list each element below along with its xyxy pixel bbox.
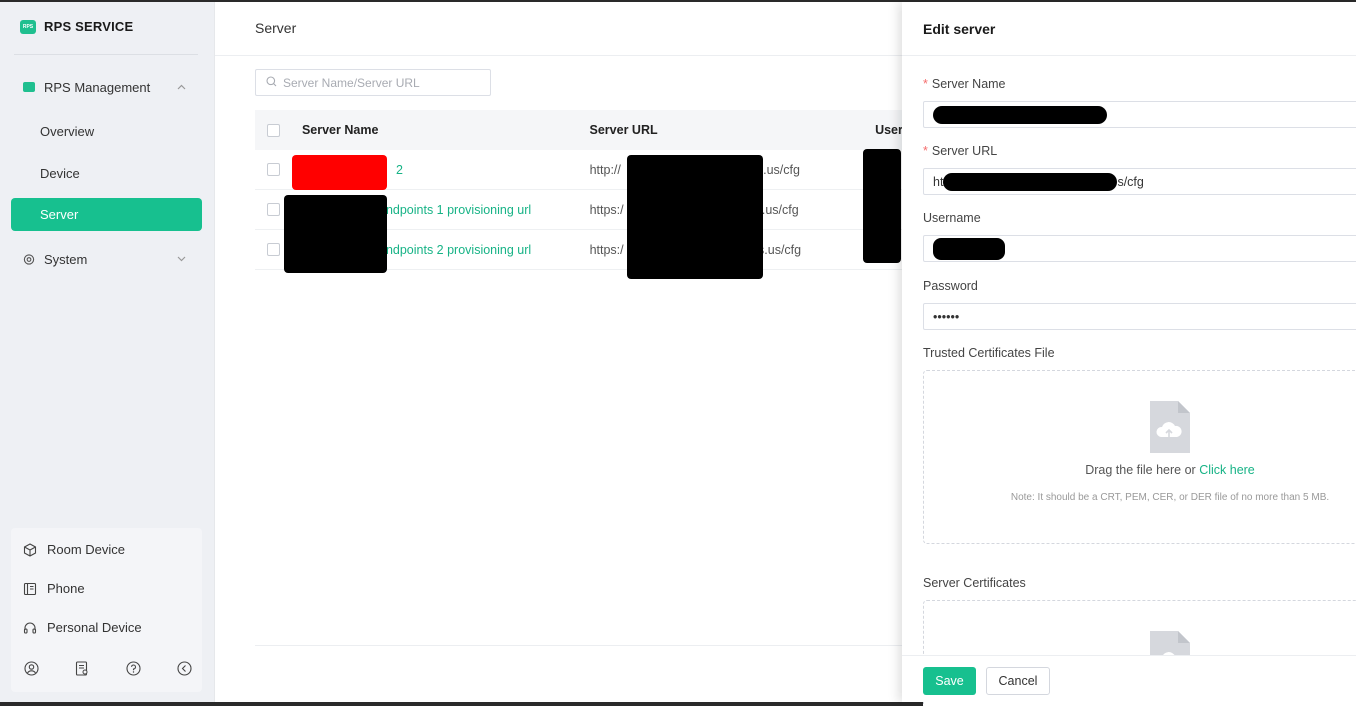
cube-icon — [23, 542, 37, 557]
sidebar-item-label: Server — [40, 207, 79, 222]
search-icon — [266, 75, 277, 90]
chevron-down-icon — [177, 254, 186, 265]
username-label: Username — [923, 211, 981, 225]
label-text: Username — [923, 211, 981, 225]
sidebar-group-label: RPS Management — [44, 79, 151, 95]
redaction-block — [933, 237, 1005, 260]
password-label: Password — [923, 279, 978, 293]
server-url-suffix: s/cfg — [1117, 174, 1144, 189]
sidebar-item-label: Device — [40, 166, 80, 181]
server-name-label: * Server Name — [923, 77, 1006, 91]
drawer-header-divider — [902, 55, 1356, 56]
password-field[interactable]: •••••• — [923, 303, 1356, 330]
column-header-server-name: Server Name — [301, 123, 379, 137]
server-url-prefix: ht — [933, 174, 944, 189]
dropzone-text: Drag the file here or Click here — [924, 463, 1356, 477]
collapse-icon[interactable] — [177, 660, 193, 676]
brand: RPS RPS SERVICE — [20, 19, 133, 34]
phone-book-icon — [23, 582, 37, 596]
chevron-up-icon — [177, 82, 186, 93]
help-icon[interactable] — [126, 660, 142, 676]
dropzone-instruction: Drag the file here or — [1085, 463, 1196, 477]
redaction-block — [933, 105, 1107, 124]
sidebar-group-system[interactable]: System — [11, 242, 202, 276]
redaction-block — [627, 155, 763, 279]
required-marker: * — [923, 144, 928, 158]
user-circle-icon[interactable] — [23, 660, 39, 676]
nav-label: Personal Device — [47, 620, 142, 635]
row-checkbox[interactable] — [267, 203, 280, 216]
label-text: Server URL — [931, 144, 998, 158]
column-header-server-url: Server URL — [589, 123, 658, 137]
search-input[interactable] — [283, 75, 483, 90]
sidebar-item-server[interactable]: Server — [11, 198, 202, 231]
drawer-footer: Save Cancel — [902, 655, 1356, 702]
nav-room-device[interactable]: Room Device — [23, 542, 125, 557]
redaction-block — [943, 172, 1118, 191]
server-url-text: http:// — [589, 162, 621, 177]
dropzone-note: Note: It should be a CRT, PEM, CER, or D… — [1010, 492, 1330, 503]
redaction-block — [292, 155, 387, 190]
upload-file-icon — [1148, 401, 1190, 453]
save-button[interactable]: Save — [923, 667, 976, 695]
server-certificates-label: Server Certificates — [923, 576, 1026, 590]
brand-title: RPS SERVICE — [44, 19, 134, 34]
product-switcher-panel: Room Device Phone Personal Device — [11, 528, 202, 692]
document-settings-icon[interactable] — [74, 660, 90, 676]
page-title: Server — [255, 20, 297, 36]
table-footer-divider — [255, 645, 915, 646]
nav-label: Room Device — [47, 542, 126, 557]
gear-icon — [23, 253, 35, 265]
headset-icon — [23, 621, 37, 635]
sidebar-group-rps-management[interactable]: RPS Management — [11, 70, 202, 104]
app-window: RPS RPS SERVICE RPS Management Overview … — [0, 2, 1356, 706]
nav-label: Phone — [47, 581, 85, 596]
label-text: Password — [923, 279, 978, 293]
label-text: Server Name — [931, 77, 1006, 91]
password-value: •••••• — [933, 309, 960, 324]
sidebar-item-label: Overview — [40, 124, 95, 139]
search-box[interactable] — [255, 69, 491, 96]
bottom-icon-bar — [23, 660, 193, 676]
server-name-field[interactable] — [923, 101, 1356, 128]
sidebar: RPS RPS SERVICE RPS Management Overview … — [0, 2, 214, 702]
brand-logo: RPS — [20, 19, 36, 34]
redaction-block — [863, 149, 901, 263]
drawer-title: Edit server — [923, 21, 996, 37]
trusted-certificates-label: Trusted Certificates File — [923, 346, 1055, 360]
server-url-label: * Server URL — [923, 144, 997, 158]
row-checkbox[interactable] — [267, 163, 280, 176]
brand-divider — [14, 54, 198, 55]
table-header: Server Name Server URL User — [255, 110, 915, 150]
required-marker: * — [923, 77, 928, 91]
row-checkbox[interactable] — [267, 243, 280, 256]
nav-personal-device[interactable]: Personal Device — [23, 620, 142, 635]
sidebar-item-device[interactable]: Device — [11, 157, 202, 190]
select-all-checkbox[interactable] — [267, 123, 280, 137]
nav-phone[interactable]: Phone — [23, 581, 85, 596]
label-text: Trusted Certificates File — [923, 346, 1055, 360]
sidebar-group-label: System — [44, 251, 88, 267]
redaction-block — [284, 195, 387, 273]
label-text: Server Certificates — [923, 576, 1026, 590]
edit-server-drawer: Edit server * Server Name * Server URL ht … — [902, 2, 1356, 706]
sidebar-item-overview[interactable]: Overview — [11, 115, 202, 148]
trusted-certificates-dropzone[interactable]: Drag the file here or Click here Note: I… — [923, 370, 1356, 544]
username-field[interactable] — [923, 235, 1356, 262]
rps-icon — [23, 81, 35, 93]
select-all-cell — [255, 123, 302, 137]
server-url-text: https:/ — [589, 202, 624, 217]
click-here-link[interactable]: Click here — [1199, 463, 1255, 477]
server-url-text: https:/ — [589, 242, 624, 257]
server-url-field[interactable]: ht s/cfg — [923, 168, 1356, 195]
cancel-button[interactable]: Cancel — [986, 667, 1050, 695]
